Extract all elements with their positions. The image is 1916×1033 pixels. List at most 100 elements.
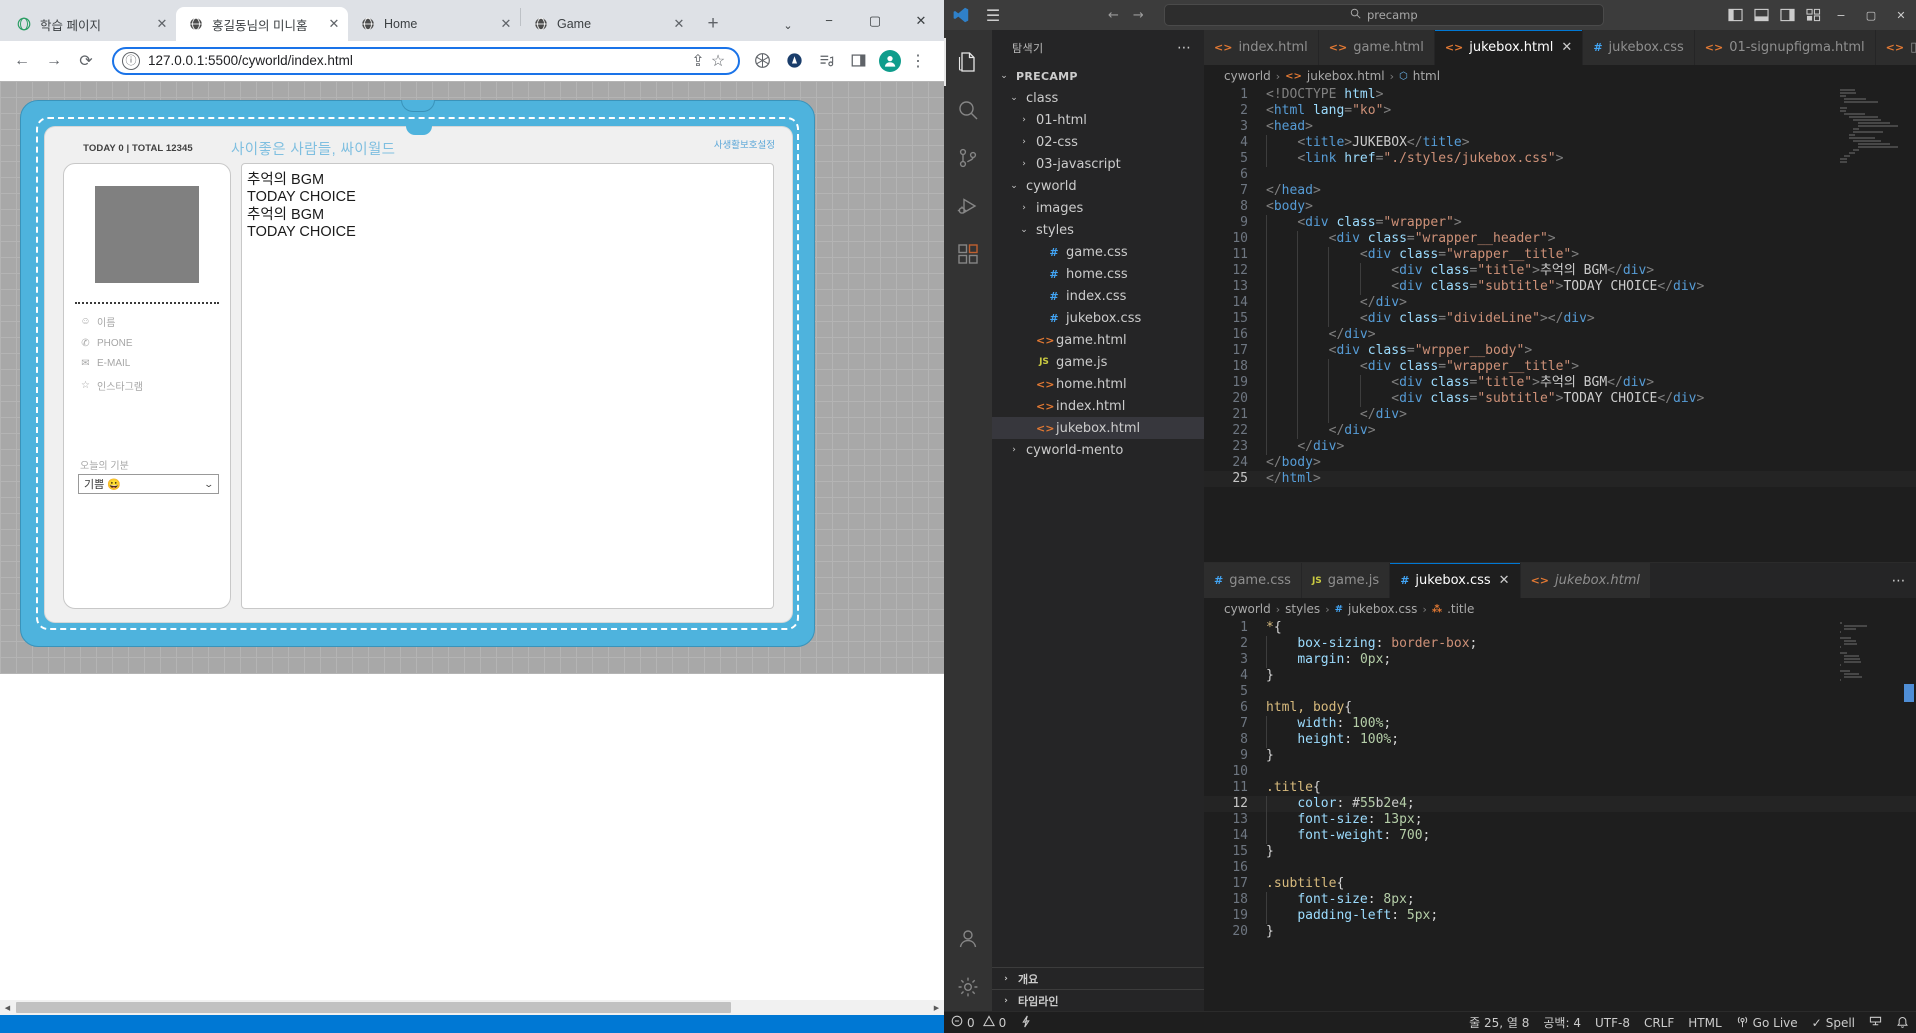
bookmark-manager-icon[interactable] bbox=[812, 47, 840, 75]
tree-item-styles[interactable]: ⌄ styles bbox=[992, 219, 1204, 241]
tree-item-precamp[interactable]: ⌄ PRECAMP bbox=[992, 65, 1204, 87]
breadcrumb-item[interactable]: jukebox.html bbox=[1307, 69, 1385, 83]
address-bar[interactable]: ⓘ 127.0.0.1:5500/cyworld/index.html ⇪ ☆ bbox=[112, 46, 740, 75]
toggle-panel-icon[interactable] bbox=[1748, 0, 1774, 30]
close-icon[interactable]: ✕ bbox=[154, 16, 170, 32]
close-icon[interactable]: ✕ bbox=[671, 16, 687, 32]
eol-status[interactable]: CRLF bbox=[1637, 1016, 1681, 1030]
command-center-search[interactable]: precamp bbox=[1163, 4, 1604, 26]
scroll-left-arrow-icon[interactable]: ◀ bbox=[0, 1004, 15, 1012]
tree-item-home-css[interactable]: # home.css bbox=[992, 263, 1204, 285]
editor-vertical-scrollbar-bottom[interactable] bbox=[1902, 620, 1916, 1011]
tree-item-game-js[interactable]: JS game.js bbox=[992, 351, 1204, 373]
editor-tab-game-html[interactable]: <> game.html bbox=[1318, 30, 1435, 65]
tree-item-index-html[interactable]: <> index.html bbox=[992, 395, 1204, 417]
browser-profile-icon[interactable] bbox=[780, 47, 808, 75]
ports-status[interactable] bbox=[1013, 1015, 1039, 1031]
editor-tab-jukebox-css[interactable]: # jukebox.css bbox=[1583, 30, 1695, 65]
nav-forward-icon[interactable]: → bbox=[1133, 8, 1144, 23]
code-editor-top[interactable]: 1 <!DOCTYPE html> 2 <html lang="ko"> 3 <head>… bbox=[1204, 87, 1916, 562]
encoding-status[interactable]: UTF-8 bbox=[1588, 1016, 1637, 1030]
close-button[interactable]: ✕ bbox=[898, 5, 944, 37]
browser-tab-0[interactable]: 학습 페이지 ✕ bbox=[4, 7, 176, 41]
mood-select[interactable]: 기쁨 😀 ⌄ bbox=[78, 474, 219, 494]
close-icon[interactable]: ✕ bbox=[1561, 40, 1572, 55]
minimize-button[interactable]: − bbox=[806, 5, 852, 37]
problems-status[interactable]: 0 0 bbox=[944, 1015, 1013, 1030]
tree-item-jukebox-html[interactable]: <> jukebox.html bbox=[992, 417, 1204, 439]
editor-tab-overflow[interactable]: <> ▯ bbox=[1875, 30, 1916, 65]
nav-back-icon[interactable]: ← bbox=[1108, 8, 1119, 23]
extensions-icon[interactable] bbox=[944, 230, 992, 278]
breadcrumb-item[interactable]: html bbox=[1413, 69, 1440, 83]
go-live-status[interactable]: Go Live bbox=[1729, 1015, 1805, 1031]
browser-tab-1[interactable]: 홍길동님의 미니홈 ✕ bbox=[176, 7, 348, 41]
browser-tab-3[interactable]: Game ✕ bbox=[521, 7, 693, 41]
reload-icon[interactable]: ⟳ bbox=[72, 47, 100, 75]
tree-item-cyworld[interactable]: ⌄ cyworld bbox=[992, 175, 1204, 197]
scrollbar-slider[interactable] bbox=[1904, 684, 1914, 702]
forward-icon[interactable]: → bbox=[40, 47, 68, 75]
tree-item-cyworld-mento[interactable]: › cyworld-mento bbox=[992, 439, 1204, 461]
tab-search-chevron-down-icon[interactable]: ⌄ bbox=[770, 9, 806, 41]
toggle-secondary-sidebar-icon[interactable] bbox=[1774, 0, 1800, 30]
accounts-icon[interactable] bbox=[944, 915, 992, 963]
browser-menu-icon[interactable]: ⋮ bbox=[904, 47, 932, 75]
breadcrumb-item[interactable]: jukebox.css bbox=[1348, 602, 1417, 616]
tree-item-game-css[interactable]: # game.css bbox=[992, 241, 1204, 263]
browser-tab-2[interactable]: Home ✕ bbox=[348, 7, 520, 41]
settings-gear-icon[interactable] bbox=[944, 963, 992, 1011]
toggle-primary-sidebar-icon[interactable] bbox=[1722, 0, 1748, 30]
code-editor-bottom[interactable]: 1 *{2 box-sizing: border-box; 3 margin: 0p… bbox=[1204, 620, 1916, 1011]
editor-tab-game-js[interactable]: JS game.js bbox=[1301, 563, 1391, 598]
extension-puzzle-icon[interactable] bbox=[748, 47, 776, 75]
tree-item-jukebox-css[interactable]: # jukebox.css bbox=[992, 307, 1204, 329]
tree-item-game-html[interactable]: <> game.html bbox=[992, 329, 1204, 351]
file-explorer-tree[interactable]: ⌄ PRECAMP ⌄ class › 01-html › 02-css › 03-javascr… bbox=[992, 65, 1204, 967]
close-icon[interactable]: ✕ bbox=[326, 16, 342, 32]
vscode-close-button[interactable]: ✕ bbox=[1886, 0, 1916, 30]
breadcrumb-item[interactable]: cyworld bbox=[1224, 69, 1271, 83]
sidebar-more-actions-icon[interactable]: ⋯ bbox=[1177, 40, 1192, 56]
bookmark-star-icon[interactable]: ☆ bbox=[708, 51, 728, 71]
remote-status[interactable] bbox=[1862, 1015, 1889, 1031]
sidebar-section-timeline[interactable]: › 타임라인 bbox=[992, 989, 1204, 1011]
privacy-settings-link[interactable]: 사생활보호설정 bbox=[714, 137, 775, 151]
scroll-right-arrow-icon[interactable]: ▶ bbox=[929, 1004, 944, 1012]
menu-hamburger-icon[interactable]: ☰ bbox=[978, 6, 1008, 25]
tree-item-03-javascript[interactable]: › 03-javascript bbox=[992, 153, 1204, 175]
notifications-bell-icon[interactable] bbox=[1889, 1016, 1916, 1029]
spell-checker-status[interactable]: ✓ Spell bbox=[1805, 1016, 1862, 1030]
explorer-icon[interactable] bbox=[944, 38, 992, 86]
editor-tab-jukebox-css[interactable]: # jukebox.css ✕ bbox=[1390, 563, 1521, 598]
editor-tab-index-html[interactable]: <> index.html bbox=[1204, 30, 1319, 65]
close-icon[interactable]: ✕ bbox=[1499, 573, 1510, 588]
sidebar-section-outline[interactable]: › 개요 bbox=[992, 967, 1204, 989]
tree-item-images[interactable]: › images bbox=[992, 197, 1204, 219]
editor-tab-jukebox-html[interactable]: <> jukebox.html ✕ bbox=[1434, 30, 1584, 65]
language-mode-status[interactable]: HTML bbox=[1681, 1016, 1728, 1030]
vscode-maximize-button[interactable]: ▢ bbox=[1856, 0, 1886, 30]
editor-vertical-scrollbar-top[interactable] bbox=[1902, 87, 1916, 562]
tree-item-02-css[interactable]: › 02-css bbox=[992, 131, 1204, 153]
tree-item-01-html[interactable]: › 01-html bbox=[992, 109, 1204, 131]
scrollbar-thumb[interactable] bbox=[16, 1002, 731, 1013]
search-icon[interactable] bbox=[944, 86, 992, 134]
tabbar-more-actions-icon[interactable]: ⋯ bbox=[1882, 563, 1916, 598]
side-panel-icon[interactable] bbox=[844, 47, 872, 75]
breadcrumb-item[interactable]: styles bbox=[1285, 602, 1320, 616]
editor-tab-01-signupfigma-html[interactable]: <> 01-signupfigma.html bbox=[1694, 30, 1876, 65]
indentation-status[interactable]: 공백: 4 bbox=[1536, 1014, 1588, 1031]
close-icon[interactable]: ✕ bbox=[498, 16, 514, 32]
run-and-debug-icon[interactable] bbox=[944, 182, 992, 230]
share-icon[interactable]: ⇪ bbox=[688, 51, 708, 71]
editor-tab-jukebox-html[interactable]: <> jukebox.html bbox=[1520, 563, 1652, 598]
tree-item-class[interactable]: ⌄ class bbox=[992, 87, 1204, 109]
new-tab-button[interactable]: + bbox=[699, 10, 727, 38]
source-control-icon[interactable] bbox=[944, 134, 992, 182]
editor-tab-game-css[interactable]: # game.css bbox=[1204, 563, 1302, 598]
site-info-icon[interactable]: ⓘ bbox=[122, 51, 140, 70]
breadcrumb-item[interactable]: .title bbox=[1447, 602, 1474, 616]
breadcrumb-item[interactable]: cyworld bbox=[1224, 602, 1271, 616]
maximize-button[interactable]: ▢ bbox=[852, 5, 898, 37]
